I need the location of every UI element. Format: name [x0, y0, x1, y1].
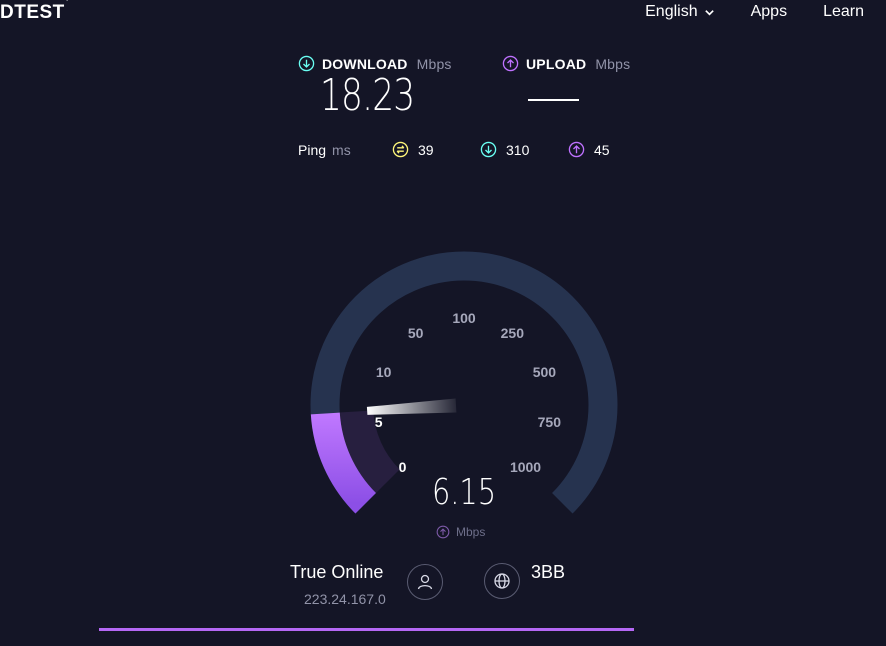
- globe-icon: [494, 573, 510, 589]
- download-latency-icon: [480, 141, 497, 158]
- gauge-scale-label: 1000: [509, 458, 542, 475]
- isp-user-button[interactable]: [407, 564, 443, 600]
- gauge-scale-label: 0: [398, 458, 407, 475]
- nav-learn-label: Learn: [823, 3, 864, 20]
- server-name: 3BB: [531, 562, 566, 582]
- ping-row: Ping ms: [298, 142, 351, 158]
- gauge-fill: [310, 412, 377, 514]
- gauge-scale-label: 750: [537, 413, 562, 430]
- gauge-scale-label: 500: [532, 363, 557, 380]
- isp-ip-address: 223.24.167.0: [304, 591, 386, 607]
- isp-name: True Online: [290, 562, 384, 582]
- gauge-unit-label: Mbps: [456, 525, 486, 539]
- gauge-scale-label: 250: [500, 324, 525, 341]
- upload-arrow-icon: [436, 525, 450, 539]
- download-unit: Mbps: [416, 55, 452, 72]
- ping-download: 310: [480, 141, 529, 158]
- nav-language-label: English: [645, 3, 698, 20]
- trademark-mark: •: [66, 0, 69, 4]
- gauge-scale-label: 50: [407, 324, 424, 341]
- gauge-unit-row: Mbps: [436, 525, 485, 539]
- ping-upload-value: 45: [594, 141, 610, 158]
- gauge-scale-label: 10: [375, 363, 392, 380]
- user-icon: [417, 574, 433, 590]
- ping-label: Ping: [298, 142, 327, 158]
- upload-label: UPLOAD: [526, 55, 587, 72]
- chevron-down-icon: [704, 9, 714, 16]
- site-logo[interactable]: DTEST•: [0, 0, 69, 24]
- download-value: 18.23: [320, 70, 415, 121]
- nav-learn[interactable]: Learn: [823, 3, 864, 21]
- ping-idle-value: 39: [418, 141, 434, 158]
- ping-idle: 39: [392, 141, 434, 158]
- upload-arrow-icon: [502, 55, 519, 72]
- gauge-scale-label: 100: [452, 310, 476, 326]
- upload-unit: Mbps: [595, 55, 631, 72]
- download-arrow-icon: [298, 55, 315, 72]
- gauge-track: [310, 251, 618, 514]
- upload-result: UPLOAD Mbps: [502, 55, 630, 72]
- test-progress-bar: [99, 628, 634, 631]
- speedtest-page: DTEST• English Apps Learn DOWNLOAD Mbps …: [0, 0, 886, 646]
- idle-latency-icon: [392, 141, 409, 158]
- nav-apps-label: Apps: [750, 3, 788, 20]
- gauge-scale-label: 5: [374, 413, 383, 430]
- gauge-current-speed: 6.15: [431, 472, 497, 513]
- logo-text: DTEST: [0, 2, 65, 23]
- nav-apps[interactable]: Apps: [751, 3, 787, 21]
- ping-unit: ms: [332, 142, 351, 158]
- test-progress-fill: [99, 628, 634, 631]
- gauge-needle: [366, 398, 457, 415]
- ping-download-value: 310: [506, 141, 530, 158]
- server-globe-button[interactable]: [484, 563, 520, 599]
- upload-latency-icon: [568, 141, 585, 158]
- speed-gauge: [310, 251, 618, 514]
- nav-language[interactable]: English: [645, 3, 714, 21]
- top-nav: English Apps Learn: [645, 3, 864, 21]
- ping-upload: 45: [568, 141, 610, 158]
- upload-pending-dash: [528, 99, 579, 101]
